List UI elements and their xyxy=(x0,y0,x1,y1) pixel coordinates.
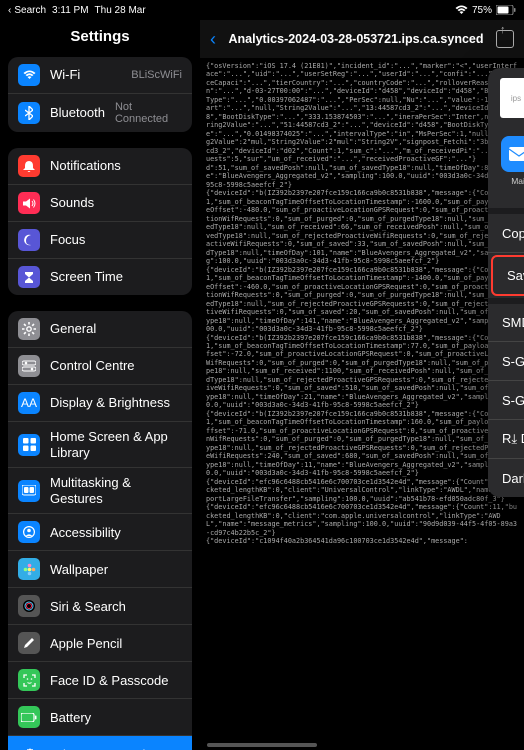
share-sheet: ips Analytics-2024-03-28-053721.ips.ca 7… xyxy=(488,68,524,497)
hand-icon xyxy=(18,480,40,502)
status-bar: ‹ Search 3:11 PM Thu 28 Mar 75% xyxy=(0,0,524,20)
sidebar-item-label: Control Centre xyxy=(50,358,182,374)
faceid-icon xyxy=(18,669,40,691)
bluetooth-icon xyxy=(18,102,40,124)
sidebar-item-label: Accessibility xyxy=(50,525,182,541)
moon-icon xyxy=(18,229,40,251)
action-s-gpt-1[interactable]: S-GPT 1 xyxy=(488,342,524,381)
mail-icon xyxy=(501,136,524,172)
sidebar-item-apple-pencil[interactable]: Apple Pencil xyxy=(8,625,192,662)
share-button[interactable] xyxy=(496,30,514,48)
sidebar-item-label: Apple Pencil xyxy=(50,636,182,652)
action-r-download-updated-2023-[interactable]: R⤓ Download [Updated 2023] xyxy=(488,420,524,459)
battery-percent: 75% xyxy=(472,5,492,16)
hourglass-icon xyxy=(18,266,40,288)
action-label: S-GPT 1 xyxy=(502,354,524,369)
sidebar-title: Settings xyxy=(0,20,200,57)
siri-icon xyxy=(18,595,40,617)
action-save-to-files[interactable]: Save to Files xyxy=(491,255,524,296)
sidebar-item-label: Display & Brightness xyxy=(50,395,182,411)
bell-icon xyxy=(18,155,40,177)
action-copy[interactable]: Copy xyxy=(488,214,524,253)
flower-icon xyxy=(18,558,40,580)
action-dark-safari[interactable]: Dark safari xyxy=(488,459,524,497)
grid-icon xyxy=(18,434,40,456)
action-label: Copy xyxy=(502,226,524,241)
action-label: Dark safari xyxy=(502,471,524,486)
action-label: S-GPT xyxy=(502,393,524,408)
main-pane: ‹ Analytics-2024-03-28-053721.ips.ca.syn… xyxy=(200,20,524,750)
main-header: ‹ Analytics-2024-03-28-053721.ips.ca.syn… xyxy=(200,20,524,58)
sidebar-item-label: Sounds xyxy=(50,195,182,211)
action-smd-3-5-8[interactable]: SMD 3.5.8 xyxy=(488,304,524,342)
sidebar-item-wi-fi[interactable]: Wi-Fi BLiScWiFi xyxy=(8,57,192,94)
sidebar-item-home-screen-app-library[interactable]: Home Screen & App Library xyxy=(8,422,192,468)
settings-sidebar: Settings Wi-Fi BLiScWiFi Bluetooth Not Conn… xyxy=(0,20,200,750)
sidebar-item-battery[interactable]: Battery xyxy=(8,699,192,736)
action-label: Save to Files xyxy=(507,268,524,283)
action-label: SMD 3.5.8 xyxy=(502,315,524,330)
sidebar-item-general[interactable]: General xyxy=(8,311,192,348)
file-thumbnail-icon: ips xyxy=(500,78,524,118)
sidebar-item-sounds[interactable]: Sounds xyxy=(8,185,192,222)
sidebar-item-value: Not Connected xyxy=(115,101,182,125)
sun-icon: AA xyxy=(18,392,40,414)
share-target-mail[interactable]: Mail xyxy=(498,136,524,196)
hand-raised-icon xyxy=(18,743,40,750)
sidebar-item-label: Face ID & Passcode xyxy=(50,673,182,689)
sidebar-item-bluetooth[interactable]: Bluetooth Not Connected xyxy=(8,94,192,132)
sidebar-item-label: Screen Time xyxy=(50,269,182,285)
wifi-icon xyxy=(455,5,468,15)
sidebar-item-focus[interactable]: Focus xyxy=(8,222,192,259)
sidebar-item-notifications[interactable]: Notifications xyxy=(8,148,192,185)
gear-icon xyxy=(18,318,40,340)
status-date: Thu 28 Mar xyxy=(95,5,146,16)
sidebar-item-label: Battery xyxy=(50,710,182,726)
share-file-header: ips Analytics-2024-03-28-053721.ips.ca 7… xyxy=(488,68,524,128)
home-indicator[interactable] xyxy=(207,743,317,747)
person-icon xyxy=(18,521,40,543)
wifi-icon xyxy=(18,64,40,86)
sidebar-item-screen-time[interactable]: Screen Time xyxy=(8,259,192,295)
sidebar-item-label: General xyxy=(50,321,182,337)
battery-icon xyxy=(496,5,516,15)
sidebar-item-face-id-passcode[interactable]: Face ID & Passcode xyxy=(8,662,192,699)
status-time: 3:11 PM xyxy=(52,5,89,16)
chevron-left-icon: ‹ xyxy=(8,5,11,16)
battery-icon xyxy=(18,706,40,728)
sidebar-item-multitasking-gestures[interactable]: Multitasking & Gestures xyxy=(8,468,192,514)
sidebar-item-value: BLiScWiFi xyxy=(131,69,182,81)
sidebar-item-label: Home Screen & App Library xyxy=(50,429,182,460)
sidebar-item-siri-search[interactable]: Siri & Search xyxy=(8,588,192,625)
share-targets: Mail Freeform GIF GIF Keyboard ⋯ More xyxy=(488,128,524,208)
sidebar-item-wallpaper[interactable]: Wallpaper xyxy=(8,551,192,588)
sidebar-item-display-brightness[interactable]: AA Display & Brightness xyxy=(8,385,192,422)
speaker-icon xyxy=(18,192,40,214)
sidebar-item-privacy-security[interactable]: Privacy & Security xyxy=(8,736,192,750)
sidebar-item-label: Multitasking & Gestures xyxy=(50,475,182,506)
breadcrumb-search[interactable]: ‹ Search xyxy=(8,5,46,16)
sidebar-item-label: Siri & Search xyxy=(50,599,182,615)
back-button[interactable]: ‹ xyxy=(210,29,216,50)
log-content[interactable]: {"osVersion":"iOS 17.4 (21E81)","inciden… xyxy=(200,58,524,750)
sidebar-item-label: Wi-Fi xyxy=(50,67,121,83)
sidebar-item-label: Bluetooth xyxy=(50,105,105,121)
sidebar-item-control-centre[interactable]: Control Centre xyxy=(8,348,192,385)
action-label: R⤓ Download [Updated 2023] xyxy=(502,431,524,447)
pencil-icon xyxy=(18,632,40,654)
sidebar-item-label: Privacy & Security xyxy=(50,747,182,750)
sidebar-item-accessibility[interactable]: Accessibility xyxy=(8,514,192,551)
switches-icon xyxy=(18,355,40,377)
sidebar-item-label: Notifications xyxy=(50,158,182,174)
page-title: Analytics-2024-03-28-053721.ips.ca.synce… xyxy=(224,32,488,46)
sidebar-item-label: Wallpaper xyxy=(50,562,182,578)
sidebar-item-label: Focus xyxy=(50,232,182,248)
action-s-gpt[interactable]: S-GPT xyxy=(488,381,524,420)
